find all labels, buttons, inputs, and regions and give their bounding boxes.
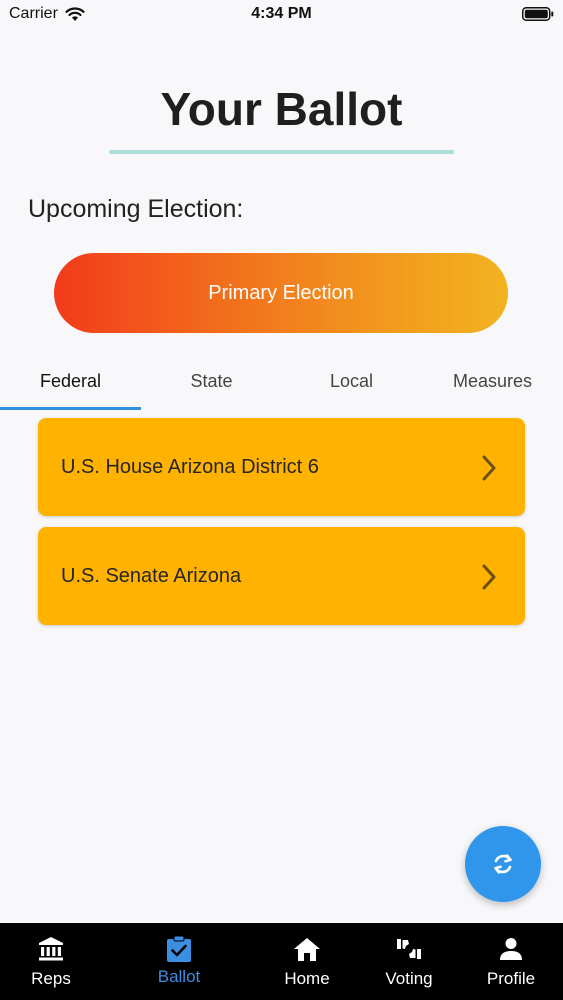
tab-label: Local: [329, 370, 374, 391]
tab-label: State: [190, 370, 233, 391]
nav-label: Reps: [31, 969, 71, 988]
nav-profile[interactable]: Profile: [460, 923, 562, 1000]
primary-election-button[interactable]: Primary Election: [54, 253, 508, 333]
nav-label: Ballot: [157, 967, 201, 986]
battery-icon: [522, 7, 554, 21]
nav-voting[interactable]: Voting: [358, 923, 460, 1000]
home-icon: [294, 938, 320, 961]
status-time: 4:34 PM: [251, 5, 312, 22]
nav-label: Home: [284, 969, 330, 988]
thumbs-icon: [397, 939, 421, 959]
page-title: Your Ballot: [160, 83, 403, 135]
chevron-right-icon: [482, 455, 496, 481]
nav-ballot[interactable]: Ballot: [128, 923, 230, 1000]
active-tab-indicator: [0, 407, 141, 410]
election-name: Primary Election: [208, 281, 354, 304]
race-card-us-senate[interactable]: U.S. Senate Arizona: [38, 527, 525, 625]
bottom-navigation: Reps Ballot Home Voting Profile: [0, 923, 563, 1000]
person-icon: [500, 938, 522, 960]
bank-icon: [39, 937, 63, 961]
nav-label: Voting: [385, 969, 433, 988]
race-card-us-house[interactable]: U.S. House Arizona District 6: [38, 418, 525, 516]
title-underline: [109, 150, 454, 154]
chevron-right-icon: [482, 564, 496, 590]
status-bar: Carrier 4:34 PM: [0, 0, 563, 30]
tab-label: Federal: [39, 370, 102, 391]
race-label: U.S. House Arizona District 6: [61, 455, 319, 478]
nav-reps[interactable]: Reps: [0, 923, 102, 1000]
tab-state[interactable]: State: [141, 352, 282, 410]
tab-measures[interactable]: Measures: [422, 352, 563, 410]
nav-label: Profile: [486, 969, 536, 988]
ballot-tabs: Federal State Local Measures: [0, 352, 563, 412]
nav-home[interactable]: Home: [256, 923, 358, 1000]
refresh-button[interactable]: [465, 826, 541, 902]
tab-federal[interactable]: Federal: [0, 352, 141, 410]
upcoming-election-label: Upcoming Election:: [28, 195, 244, 223]
tab-local[interactable]: Local: [281, 352, 422, 410]
race-label: U.S. Senate Arizona: [61, 564, 242, 587]
tab-label: Measures: [452, 370, 533, 391]
ballot-clipboard-icon: [167, 935, 191, 962]
refresh-icon: [494, 854, 512, 874]
ballot-screen: Carrier 4:34 PM Your Ballot Upcoming Ele…: [0, 0, 563, 1000]
